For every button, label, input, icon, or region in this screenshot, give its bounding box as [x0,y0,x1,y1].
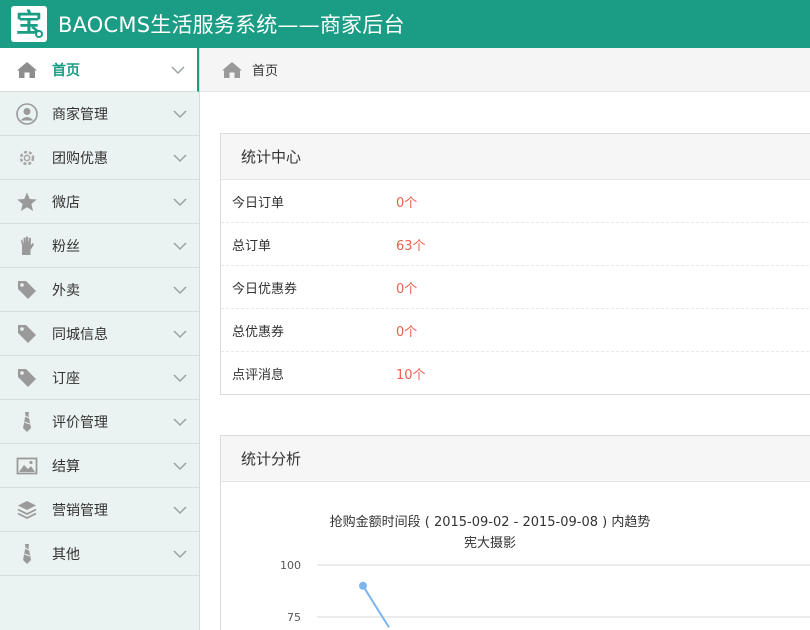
y-tick-label: 100 [280,559,301,572]
tag-icon [15,322,39,346]
stat-label: 总优惠券 [232,324,285,340]
tag-icon [15,278,39,302]
sidebar-item-label: 团购优惠 [52,150,108,167]
home-icon [15,58,39,82]
y-tick-label: 75 [287,611,301,624]
chevron-down-icon [173,374,187,383]
chevron-down-icon [173,242,187,251]
app-header: 宝 BAOCMS生活服务系统——商家后台 [0,0,810,48]
sidebar-item-label: 首页 [52,62,80,79]
data-point[interactable] [359,581,367,590]
picture-icon [15,454,39,478]
sidebar-item[interactable]: 营销管理 [0,488,199,532]
logo: 宝 [11,6,47,42]
stats-panel-title: 统计中心 [221,134,810,180]
chevron-down-icon [173,110,187,119]
sidebar-item-label: 外卖 [52,282,80,299]
tag-icon [15,366,39,390]
sidebar-item[interactable]: 团购优惠 [0,136,199,180]
stat-label: 今日优惠券 [232,281,298,297]
home-icon[interactable] [221,59,243,81]
analysis-panel: 统计分析 100 75 抢购金额时间段 ( 2015-09-02 - 2015-0… [220,435,810,630]
stat-value: 0个 [396,281,418,297]
app-title: BAOCMS生活服务系统——商家后台 [58,13,405,37]
sidebar-item[interactable]: 其他 [0,532,199,576]
sidebar-item-label: 评价管理 [52,414,108,431]
sidebar-item[interactable]: 结算 [0,444,199,488]
sidebar-item[interactable]: 外卖 [0,268,199,312]
star-icon [15,190,39,214]
tie-icon [15,542,39,566]
tie-icon [15,410,39,434]
stat-row: 今日优惠券 0个 [221,266,810,309]
chevron-down-icon [171,66,185,75]
stat-label: 点评消息 [232,368,285,383]
sidebar-item-label: 营销管理 [52,502,108,519]
sidebar-item-label: 结算 [52,458,80,475]
chart-title-line1: 抢购金额时间段 ( 2015-09-02 - 2015-09-08 ) 内趋势 [329,515,651,530]
trend-chart: 100 75 [280,559,810,628]
sidebar-item-label: 商家管理 [52,106,108,123]
stats-panel: 统计中心 今日订单 0个 总订单 63个 今日优惠券 0个 总优惠券 0个 点评消息 10个 [220,133,810,395]
sidebar-item-label: 微店 [52,194,80,211]
chevron-down-icon [173,198,187,207]
chevron-down-icon [173,330,187,339]
sidebar-item[interactable]: 粉丝 [0,224,199,268]
hand-icon [15,234,39,258]
stat-row: 总订单 63个 [221,223,810,266]
chevron-down-icon [173,154,187,163]
sidebar-item-label: 订座 [52,370,80,387]
analysis-panel-title: 统计分析 [221,436,810,482]
series-line [362,585,390,628]
stat-row: 今日订单 0个 [221,180,810,223]
stat-label: 今日订单 [232,195,285,211]
chart-subtitle: 宪大摄影 [463,536,516,551]
stat-row: 总优惠券 0个 [221,309,810,352]
stat-value: 0个 [396,195,418,211]
sidebar-item[interactable]: 商家管理 [0,92,199,136]
layers-icon [15,498,39,522]
chevron-down-icon [173,462,187,471]
sidebar-item-label: 其他 [52,546,80,563]
stat-label: 总订单 [232,238,272,254]
sidebar: 首页商家管理团购优惠微店粉丝外卖同城信息订座评价管理结算营销管理其他 [0,48,200,630]
stat-value: 63个 [396,238,426,254]
chevron-down-icon [173,506,187,515]
sidebar-item[interactable]: 微店 [0,180,199,224]
stat-value: 10个 [396,368,426,383]
breadcrumb-home-link[interactable]: 首页 [252,60,278,79]
sidebar-item[interactable]: 同城信息 [0,312,199,356]
chevron-down-icon [173,550,187,559]
stat-row: 点评消息 10个 [221,352,810,395]
sidebar-item[interactable]: 评价管理 [0,400,199,444]
sidebar-item[interactable]: 订座 [0,356,199,400]
sidebar-item-label: 粉丝 [52,238,80,255]
user-icon [15,102,39,126]
breadcrumb: 首页 [200,48,810,92]
chart-title: 抢购金额时间段 ( 2015-09-02 - 2015-09-08 ) 内趋势 … [221,512,759,554]
stat-value: 0个 [396,324,418,340]
sidebar-item-label: 同城信息 [52,326,108,343]
chevron-down-icon [173,418,187,427]
chevron-down-icon [173,286,187,295]
sidebar-item[interactable]: 首页 [0,48,199,92]
gear-icon [15,146,39,170]
